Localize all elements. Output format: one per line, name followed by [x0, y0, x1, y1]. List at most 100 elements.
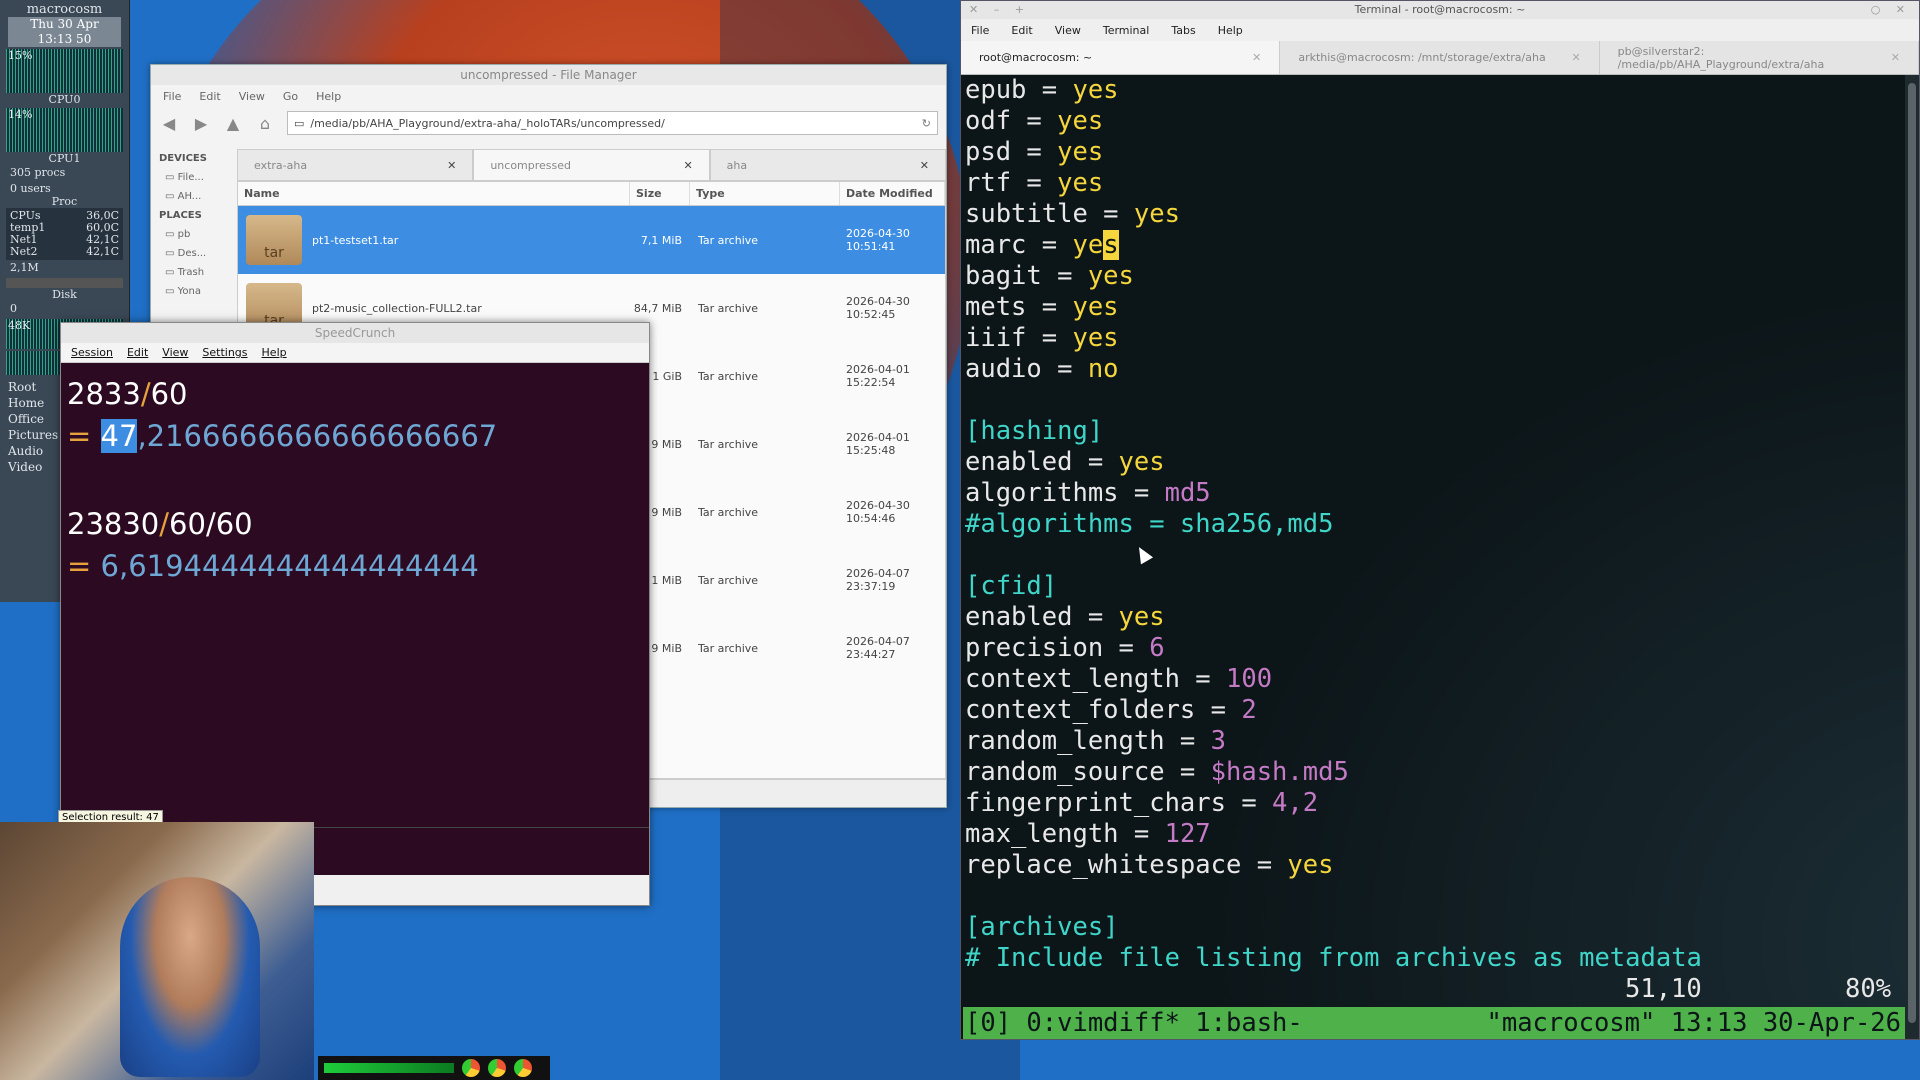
config-value: 4,2 [1272, 788, 1319, 818]
config-value: yes [1133, 199, 1180, 229]
sidebar-device-item[interactable]: ▭ AH... [151, 187, 233, 206]
config-key: epub = [965, 75, 1073, 105]
result-value: 6,6194444444444444444 [100, 549, 479, 583]
sidebar-place-item[interactable]: ▭ Trash [151, 263, 233, 282]
result-selection: 47 [100, 419, 138, 453]
col-size[interactable]: Size [630, 182, 690, 205]
fm-menu-item[interactable]: File [163, 90, 181, 103]
config-key: random_source = [965, 757, 1211, 787]
terminal-line: [hashing] [965, 416, 1905, 447]
sc-expression: 2833/60 [67, 373, 643, 415]
terminal-tab[interactable]: root@macrocosm: ~ ✕ [961, 41, 1281, 74]
fm-tab[interactable]: uncompressed ✕ [473, 149, 710, 181]
file-size: 7,1 MiB [640, 233, 682, 247]
file-type: Tar archive [698, 437, 759, 451]
close-icon[interactable]: ✕ [683, 159, 692, 172]
webcam-overlay [0, 822, 314, 1080]
expr-operand: 2833 [67, 377, 141, 411]
sc-menu-item[interactable]: Edit [127, 346, 148, 359]
fm-menu-item[interactable]: View [239, 90, 265, 103]
forward-icon[interactable]: ▶ [191, 114, 211, 133]
sidebar-place-item[interactable]: ▭ pb [151, 225, 233, 244]
file-type: Tar archive [698, 301, 759, 315]
sensor-value: 42,1C [86, 245, 119, 258]
back-icon[interactable]: ◀ [159, 114, 179, 133]
config-comment: #algorithms = sha256,md5 [965, 509, 1334, 539]
window-controls-icon[interactable]: ✕ – + [969, 1, 1030, 19]
text-cursor: s [1103, 230, 1119, 260]
terminal-menu-item[interactable]: View [1055, 24, 1081, 37]
sc-menu-item[interactable]: Session [71, 346, 113, 359]
terminal-tab[interactable]: arkthis@macrocosm: /mnt/storage/extra/ah… [1280, 41, 1600, 74]
close-icon[interactable]: ✕ [920, 159, 929, 172]
expr-operator: / [140, 377, 151, 411]
terminal-line: iiif = yes [965, 323, 1905, 354]
maximize-icon[interactable]: ○ ✕ [1871, 1, 1911, 19]
config-key: replace_whitespace = [965, 850, 1288, 880]
terminal-scrollbar[interactable] [1905, 75, 1919, 1039]
col-type[interactable]: Type [690, 182, 840, 205]
col-name[interactable]: Name [238, 182, 630, 205]
terminal-line: # Include file listing from archives as … [965, 943, 1905, 974]
terminal-menu-item[interactable]: Tabs [1171, 24, 1195, 37]
file-size: 84,7 MiB [633, 301, 682, 315]
terminal-line: audio = no [965, 354, 1905, 385]
up-icon[interactable]: ▲ [223, 114, 243, 133]
file-type: Tar archive [698, 233, 759, 247]
terminal-menu-item[interactable]: Terminal [1103, 24, 1150, 37]
terminal-menu-item[interactable]: File [971, 24, 989, 37]
fm-menu-item[interactable]: Go [283, 90, 298, 103]
config-section: [archives] [965, 912, 1119, 942]
config-key: odf = [965, 106, 1058, 136]
scrollbar-thumb[interactable] [1908, 83, 1916, 1023]
terminal-title: Terminal - root@macrocosm: ~ [1354, 3, 1526, 16]
devices-label: DEVICES [159, 153, 207, 164]
close-icon[interactable]: ✕ [447, 159, 456, 172]
sc-menubar: Session Edit View Settings Help [61, 343, 649, 363]
fm-tab[interactable]: aha ✕ [709, 149, 946, 181]
sidebar-device-item[interactable]: ▭ File... [151, 168, 233, 187]
fm-tab[interactable]: extra-aha ✕ [237, 149, 474, 181]
terminal-line: context_folders = 2 [965, 695, 1905, 726]
terminal-tab[interactable]: pb@silverstar2: /media/pb/AHA_Playground… [1600, 41, 1919, 74]
cpu0-label: CPU0 [48, 93, 81, 106]
fm-address-bar[interactable]: ▭ /media/pb/AHA_Playground/extra-aha/_ho… [287, 111, 938, 135]
sc-menu-item[interactable]: View [162, 346, 188, 359]
fm-menu-item[interactable]: Edit [199, 90, 220, 103]
config-key: marc = [965, 230, 1073, 260]
places-label: PLACES [159, 210, 202, 221]
table-row[interactable]: tar pt1-testset1.tar 7,1 MiB Tar archive 202… [238, 206, 945, 274]
file-date: 2026-04-01 15:25:48 [846, 431, 910, 457]
cpu0-pct: 15% [8, 49, 33, 62]
terminal-screen[interactable]: epub = yes odf = yes psd = yes rtf = yes sub… [963, 75, 1905, 1039]
fm-menu-item[interactable]: Help [316, 90, 341, 103]
sc-menu-item[interactable]: Help [262, 346, 287, 359]
sidebar-place-item[interactable]: ▭ Yona [151, 282, 233, 301]
config-value: yes [1057, 168, 1104, 198]
terminal-line: psd = yes [965, 137, 1905, 168]
config-value: yes [1118, 447, 1165, 477]
sc-menu-item[interactable]: Settings [202, 346, 247, 359]
terminal-menu-item[interactable]: Help [1218, 24, 1243, 37]
close-icon[interactable]: ✕ [1571, 51, 1580, 64]
vim-ruler: 51,10 80% [965, 974, 1905, 1005]
config-value: md5 [1164, 478, 1211, 508]
config-value: yes [1087, 261, 1134, 291]
col-date[interactable]: Date Modified [840, 182, 945, 205]
config-key: mets = [965, 292, 1073, 322]
close-icon[interactable]: ✕ [1252, 51, 1261, 64]
config-key: bagit = [965, 261, 1088, 291]
reload-icon[interactable]: ↻ [922, 117, 931, 130]
sc-result: = 47,2166666666666666667 [67, 415, 643, 457]
sidebar-place-item[interactable]: ▭ Des... [151, 244, 233, 263]
result-equals: = [67, 419, 101, 453]
home-icon[interactable]: ⌂ [255, 114, 275, 133]
sensor-row: Net2 42,1C [10, 246, 119, 258]
terminal-menu-item[interactable]: Edit [1011, 24, 1032, 37]
close-icon[interactable]: ✕ [1891, 51, 1900, 64]
conky-host: macrocosm [26, 2, 103, 17]
gauge-icon [462, 1059, 480, 1077]
terminal-line: [archives] [965, 912, 1905, 943]
config-key: random_length = [965, 726, 1211, 756]
